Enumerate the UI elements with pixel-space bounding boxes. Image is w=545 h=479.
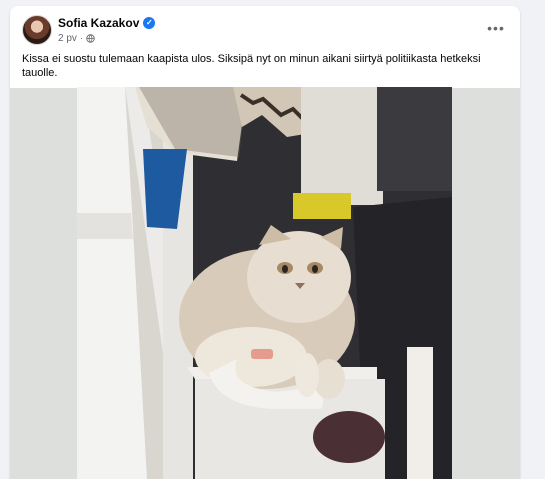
post-text: Kissa ei suostu tulemaan kaapista ulos. …	[22, 53, 481, 79]
globe-icon	[86, 34, 95, 43]
verified-badge-icon: ✓	[143, 17, 156, 29]
more-options-icon[interactable]: •••	[484, 16, 508, 40]
author-avatar[interactable]	[22, 15, 52, 45]
post-header: Sofia Kazakov ✓ 2 pv · •••	[10, 6, 520, 50]
meta-separator: ·	[79, 33, 84, 44]
post-card: Sofia Kazakov ✓ 2 pv · ••• Kissa ei suos…	[10, 6, 520, 479]
author-name[interactable]: Sofia Kazakov	[58, 16, 139, 30]
post-meta: 2 pv ·	[58, 33, 95, 44]
post-time[interactable]: 2 pv	[58, 33, 77, 44]
author-row: Sofia Kazakov ✓	[58, 16, 156, 30]
post-photo[interactable]	[77, 87, 452, 479]
